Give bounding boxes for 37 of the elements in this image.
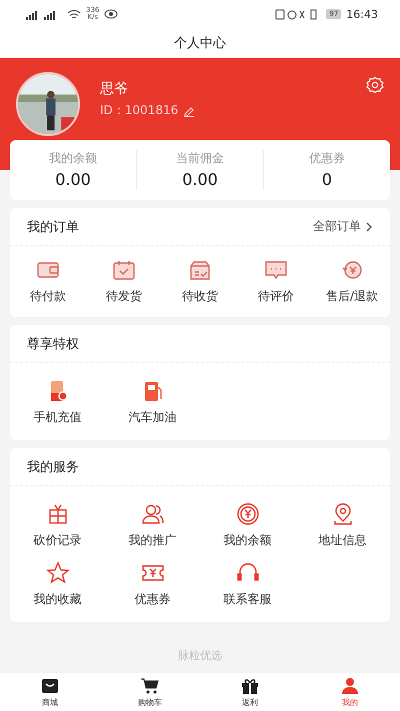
footer-brand: 脉粒优选: [178, 648, 222, 663]
stat-label: 当前佣金: [176, 150, 224, 167]
menu-item-label[interactable]: 售后/退款: [326, 288, 378, 305]
menu-item-label[interactable]: 优惠券: [134, 591, 170, 608]
menu-item-label[interactable]: 汽车加油: [128, 409, 176, 426]
tab-label: 购物车: [138, 696, 162, 708]
menu-item-label[interactable]: 待付款: [30, 288, 66, 305]
section-title: 我的订单: [27, 218, 79, 236]
tab-label: 商城: [42, 696, 58, 708]
tab-label: 返利: [242, 696, 258, 708]
menu-item-label[interactable]: 我的推广: [128, 532, 176, 549]
nav-tab[interactable]: 返利: [200, 673, 300, 711]
menu-item-label[interactable]: 待收货: [182, 288, 218, 305]
nav-tab[interactable]: 购物车: [100, 673, 200, 711]
menu-item-label[interactable]: 待评价: [258, 288, 294, 305]
stat-label: 优惠券: [309, 150, 345, 167]
menu-item-label[interactable]: 手机充值: [34, 409, 82, 426]
all-orders-link[interactable]: 全部订单: [313, 218, 373, 235]
section-title: 我的服务: [27, 458, 79, 476]
menu-item-label[interactable]: 联系客服: [224, 591, 272, 608]
stat-value: 0.00: [55, 170, 91, 189]
menu-item-label[interactable]: 砍价记录: [34, 532, 82, 549]
user-name: 思爷: [100, 80, 129, 98]
section-title: 尊享特权: [27, 336, 79, 352]
clock-time: 16:43: [346, 8, 378, 20]
user-id: ID：1001816: [100, 102, 178, 119]
menu-item-label[interactable]: 我的收藏: [34, 591, 82, 608]
page-title: 个人中心: [174, 35, 226, 52]
tab-label: 我的: [342, 696, 358, 708]
menu-item-label[interactable]: 待发货: [106, 288, 142, 305]
nav-tab[interactable]: 商城: [0, 673, 100, 711]
nav-tab[interactable]: 我的: [300, 673, 400, 711]
stat-value: 0.00: [182, 170, 218, 189]
stat-value: 0: [322, 170, 332, 189]
stat-label: 我的余额: [49, 150, 97, 167]
menu-item-label[interactable]: 地址信息: [318, 532, 366, 549]
menu-item-label[interactable]: 我的余额: [224, 532, 272, 549]
